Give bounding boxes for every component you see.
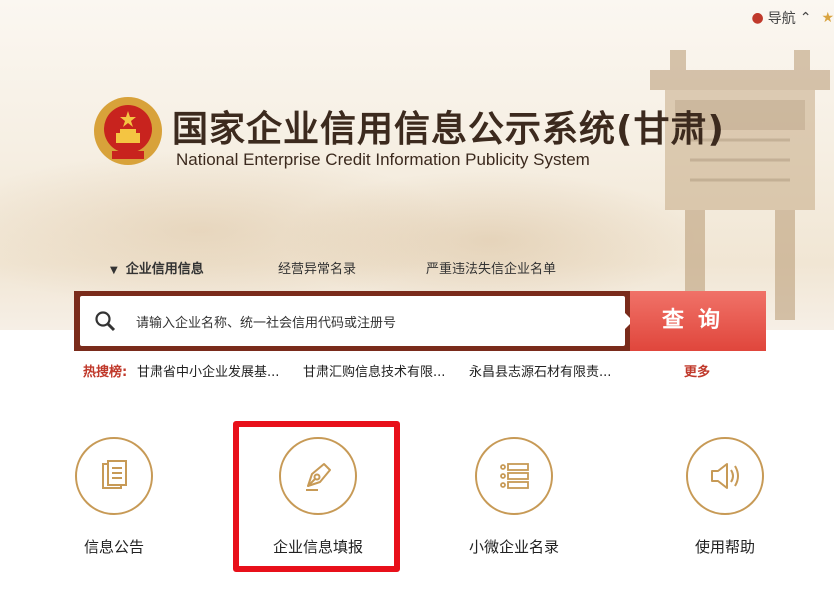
icon-circle bbox=[75, 437, 153, 515]
quick-link-small-enterprises[interactable]: 小微企业名录 bbox=[444, 437, 584, 557]
chevron-up-icon[interactable]: ⌃ bbox=[800, 10, 812, 26]
triangle-down-icon: ▼ bbox=[110, 265, 118, 276]
tab-label: 企业信用信息 bbox=[125, 262, 204, 277]
quick-link-help[interactable]: 使用帮助 bbox=[655, 437, 795, 557]
nav-label[interactable]: 导航 bbox=[768, 8, 796, 28]
search-placeholder: 请输入企业名称、统一社会信用代码或注册号 bbox=[136, 316, 397, 331]
top-nav[interactable]: ● 导航 ⌃ ★ bbox=[751, 8, 834, 28]
hot-search-item[interactable]: 甘肃汇购信息技术有限... bbox=[303, 361, 445, 380]
page-title: 国家企业信用信息公示系统(甘肃) bbox=[172, 109, 725, 150]
location-pin-icon: ● bbox=[751, 10, 764, 26]
tab-abnormal-list[interactable]: 经营异常名录 bbox=[278, 258, 356, 277]
page-subtitle: National Enterprise Credit Information P… bbox=[176, 150, 590, 169]
tab-blacklist[interactable]: 严重违法失信企业名单 bbox=[426, 258, 556, 277]
quick-link-announcements[interactable]: 信息公告 bbox=[44, 437, 184, 557]
speaker-icon bbox=[711, 463, 739, 489]
tab-credit-info[interactable]: ▼ 企业信用信息 bbox=[110, 258, 204, 277]
bronze-vessel-illustration bbox=[650, 50, 830, 320]
query-button[interactable]: 查询 bbox=[630, 291, 766, 351]
highlight-box bbox=[233, 421, 400, 572]
icon-circle bbox=[686, 437, 764, 515]
search-input[interactable]: 请输入企业名称、统一社会信用代码或注册号 bbox=[80, 296, 625, 346]
quick-link-label: 小微企业名录 bbox=[468, 538, 559, 556]
hot-search-item[interactable]: 永昌县志源石材有限责... bbox=[469, 361, 611, 380]
national-emblem-logo bbox=[94, 97, 162, 165]
document-icon bbox=[102, 460, 127, 489]
more-link[interactable]: 更多 bbox=[684, 361, 710, 380]
icon-circle bbox=[475, 437, 553, 515]
quick-link-label: 使用帮助 bbox=[694, 538, 755, 556]
search-bar: 请输入企业名称、统一社会信用代码或注册号 查询 bbox=[74, 291, 766, 351]
search-icon bbox=[95, 311, 116, 332]
list-icon bbox=[500, 463, 529, 489]
hot-search-item[interactable]: 甘肃省中小企业发展基... bbox=[137, 361, 279, 380]
star-icon[interactable]: ★ bbox=[821, 10, 834, 26]
hot-search-label: 热搜榜: bbox=[83, 365, 128, 380]
quick-link-label: 信息公告 bbox=[83, 538, 144, 556]
